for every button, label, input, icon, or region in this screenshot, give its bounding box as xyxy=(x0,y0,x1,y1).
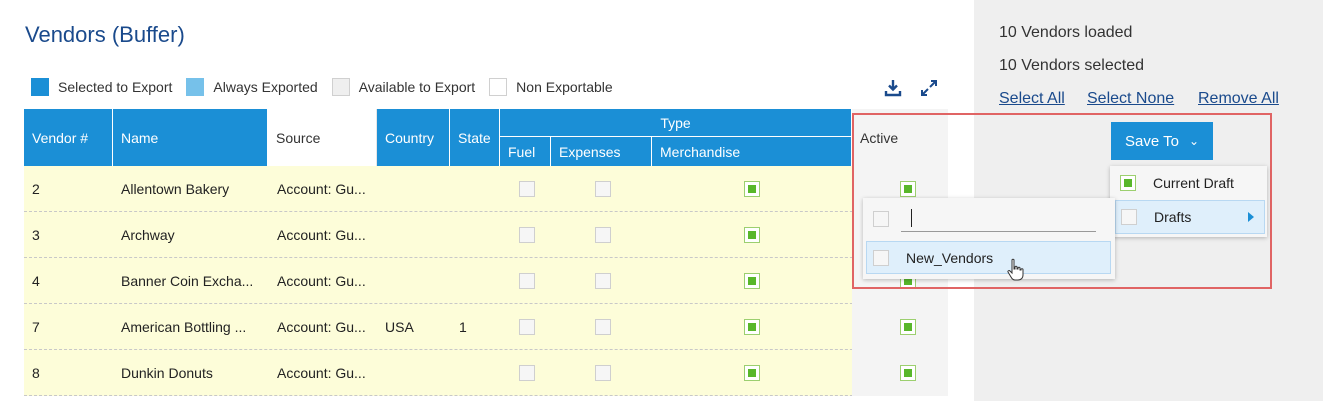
fuel-checkbox[interactable] xyxy=(519,181,535,197)
remove-all-link[interactable]: Remove All xyxy=(1198,90,1279,108)
cell-country xyxy=(385,258,449,304)
drafts-label: Drafts xyxy=(1154,209,1192,225)
vendor-grid-panel: Vendors (Buffer) Selected to Export Alwa… xyxy=(0,0,974,401)
col-group-type: Type xyxy=(500,109,852,137)
cell-name: Archway xyxy=(121,227,175,243)
fuel-checkbox[interactable] xyxy=(519,227,535,243)
cell-state xyxy=(459,212,499,258)
cell-state xyxy=(459,350,499,396)
table-row[interactable]: 3 Archway Account: Gu... xyxy=(24,212,948,258)
menu-item-drafts[interactable]: Drafts xyxy=(1115,200,1265,234)
cell-source: Account: Gu... xyxy=(277,273,366,289)
cell-name: Allentown Bakery xyxy=(121,181,230,197)
cell-vendor: 7 xyxy=(32,319,40,335)
cell-vendor: 4 xyxy=(32,273,40,289)
always-swatch xyxy=(186,78,205,96)
cell-source: Account: Gu... xyxy=(277,365,366,381)
fuel-checkbox[interactable] xyxy=(519,273,535,289)
expenses-checkbox[interactable] xyxy=(595,365,611,381)
new-vendors-checkbox[interactable] xyxy=(873,249,889,266)
download-icon xyxy=(884,80,902,97)
legend-selected-label: Selected to Export xyxy=(58,79,173,95)
select-all-link[interactable]: Select All xyxy=(999,90,1065,108)
table-row[interactable]: 2 Allentown Bakery Account: Gu... xyxy=(24,166,948,212)
new-draft-checkbox[interactable] xyxy=(873,211,889,227)
merchandise-checkbox[interactable] xyxy=(744,227,760,243)
available-swatch xyxy=(331,78,350,96)
non-exportable-swatch xyxy=(489,78,508,96)
current-draft-label: Current Draft xyxy=(1153,175,1234,191)
text-caret xyxy=(911,209,912,227)
cell-country xyxy=(385,166,449,212)
legend-always: Always Exported xyxy=(186,78,318,96)
submenu-arrow-icon xyxy=(1248,212,1254,222)
expand-icon xyxy=(921,80,937,96)
fuel-checkbox[interactable] xyxy=(519,365,535,381)
table-row[interactable]: 8 Dunkin Donuts Account: Gu... xyxy=(24,350,948,396)
save-to-button[interactable]: Save To ⌄ xyxy=(1111,122,1213,160)
drafts-checkbox[interactable] xyxy=(1121,209,1137,225)
hand-pointer-icon xyxy=(1007,258,1024,281)
draft-name-input[interactable] xyxy=(901,204,1096,232)
page-title: Vendors (Buffer) xyxy=(25,22,185,47)
chevron-down-icon: ⌄ xyxy=(1188,134,1199,148)
legend-non-label: Non Exportable xyxy=(516,79,613,95)
save-to-label: Save To xyxy=(1125,132,1179,150)
table-row[interactable]: 4 Banner Coin Excha... Account: Gu... xyxy=(24,258,948,304)
col-header-merchandise[interactable]: Merchandise xyxy=(652,137,852,166)
vendors-loaded-status: 10 Vendors loaded xyxy=(999,24,1133,41)
merchandise-checkbox[interactable] xyxy=(744,319,760,335)
cell-country xyxy=(385,350,449,396)
col-header-country[interactable]: Country xyxy=(377,109,450,166)
vendors-selected-status: 10 Vendors selected xyxy=(999,57,1144,74)
cell-name: Dunkin Donuts xyxy=(121,365,213,381)
new-vendors-label: New_Vendors xyxy=(906,249,994,266)
col-header-source[interactable]: Source xyxy=(268,109,377,166)
cell-state xyxy=(459,166,499,212)
cell-source: Account: Gu... xyxy=(277,181,366,197)
col-header-fuel[interactable]: Fuel xyxy=(500,137,551,166)
expenses-checkbox[interactable] xyxy=(595,181,611,197)
col-header-expenses[interactable]: Expenses xyxy=(551,137,652,166)
expenses-checkbox[interactable] xyxy=(595,273,611,289)
col-header-name[interactable]: Name xyxy=(113,109,268,166)
table-row[interactable]: 7 American Bottling ... Account: Gu... U… xyxy=(24,304,948,350)
col-header-vendor[interactable]: Vendor # xyxy=(24,109,113,166)
cell-source: Account: Gu... xyxy=(277,319,366,335)
active-checkbox[interactable] xyxy=(900,365,916,381)
export-legend: Selected to Export Always Exported Avail… xyxy=(31,78,627,96)
expand-button[interactable] xyxy=(919,78,939,98)
fuel-checkbox[interactable] xyxy=(519,319,535,335)
legend-available: Available to Export xyxy=(331,78,476,96)
select-none-link[interactable]: Select None xyxy=(1087,90,1174,108)
legend-available-label: Available to Export xyxy=(358,79,476,95)
cell-name: American Bottling ... xyxy=(121,319,247,335)
menu-item-current-draft[interactable]: Current Draft xyxy=(1120,174,1234,192)
cell-source: Account: Gu... xyxy=(277,227,366,243)
cell-name: Banner Coin Excha... xyxy=(121,273,254,289)
merchandise-checkbox[interactable] xyxy=(744,181,760,197)
col-header-state[interactable]: State xyxy=(450,109,500,166)
cell-vendor: 2 xyxy=(32,181,40,197)
menu-item-new-vendors[interactable]: New_Vendors xyxy=(866,241,1111,274)
download-button[interactable] xyxy=(883,78,903,98)
cell-state xyxy=(459,258,499,304)
current-draft-checkbox[interactable] xyxy=(1120,175,1136,191)
legend-selected: Selected to Export xyxy=(31,78,172,96)
expenses-checkbox[interactable] xyxy=(595,227,611,243)
cell-vendor: 3 xyxy=(32,227,40,243)
legend-non: Non Exportable xyxy=(489,78,613,96)
active-checkbox[interactable] xyxy=(900,319,916,335)
cell-vendor: 8 xyxy=(32,365,40,381)
cell-state: 1 xyxy=(459,319,467,335)
expenses-checkbox[interactable] xyxy=(595,319,611,335)
merchandise-checkbox[interactable] xyxy=(744,365,760,381)
cell-country xyxy=(385,212,449,258)
selected-swatch xyxy=(31,78,49,96)
merchandise-checkbox[interactable] xyxy=(744,273,760,289)
cell-country: USA xyxy=(385,319,414,335)
legend-always-label: Always Exported xyxy=(213,79,318,95)
